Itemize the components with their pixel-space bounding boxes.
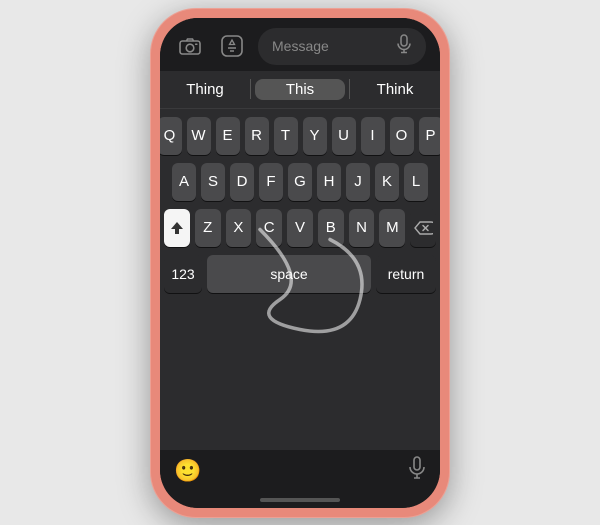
key-n[interactable]: N: [349, 209, 375, 247]
message-input[interactable]: Message: [258, 28, 426, 65]
key-p[interactable]: P: [419, 117, 441, 155]
key-t[interactable]: T: [274, 117, 298, 155]
space-key[interactable]: space: [207, 255, 371, 293]
return-key[interactable]: return: [376, 255, 436, 293]
home-indicator: [160, 494, 440, 508]
key-r[interactable]: R: [245, 117, 269, 155]
numbers-key[interactable]: 123: [164, 255, 202, 293]
predictive-bar: Thing This Think: [160, 71, 440, 109]
pred-thing[interactable]: Thing: [160, 79, 250, 100]
key-z[interactable]: Z: [195, 209, 221, 247]
shift-key[interactable]: [164, 209, 190, 247]
key-d[interactable]: D: [230, 163, 254, 201]
key-c[interactable]: C: [256, 209, 282, 247]
key-l[interactable]: L: [404, 163, 428, 201]
key-i[interactable]: I: [361, 117, 385, 155]
key-q[interactable]: Q: [160, 117, 182, 155]
key-g[interactable]: G: [288, 163, 312, 201]
pred-divider-left: [250, 79, 251, 99]
key-j[interactable]: J: [346, 163, 370, 201]
emoji-icon[interactable]: 🙂: [174, 458, 201, 484]
mic-icon-bottom[interactable]: [408, 456, 426, 486]
key-row-3: Z X C V B N M: [164, 209, 436, 247]
key-s[interactable]: S: [201, 163, 225, 201]
mic-icon-input[interactable]: [396, 34, 412, 59]
key-x[interactable]: X: [226, 209, 252, 247]
appstore-icon[interactable]: [216, 30, 248, 62]
key-k[interactable]: K: [375, 163, 399, 201]
key-b[interactable]: B: [318, 209, 344, 247]
camera-icon[interactable]: [174, 30, 206, 62]
pred-this[interactable]: This: [255, 79, 345, 100]
home-bar: [260, 498, 340, 502]
key-h[interactable]: H: [317, 163, 341, 201]
key-row-4: 123 space return: [164, 255, 436, 293]
message-placeholder: Message: [272, 38, 396, 54]
key-m[interactable]: M: [379, 209, 405, 247]
key-w[interactable]: W: [187, 117, 211, 155]
keyboard: Q W E R T Y U I O P A S D F G H J K: [160, 109, 440, 450]
pred-think[interactable]: Think: [350, 79, 440, 100]
top-bar: Message: [160, 18, 440, 71]
key-e[interactable]: E: [216, 117, 240, 155]
key-row-2: A S D F G H J K L: [164, 163, 436, 201]
key-row-1: Q W E R T Y U I O P: [164, 117, 436, 155]
key-v[interactable]: V: [287, 209, 313, 247]
phone-frame: Message Thing This Think: [150, 8, 450, 518]
delete-key[interactable]: [410, 209, 436, 247]
key-u[interactable]: U: [332, 117, 356, 155]
bottom-bar: 🙂: [160, 450, 440, 494]
key-o[interactable]: O: [390, 117, 414, 155]
key-a[interactable]: A: [172, 163, 196, 201]
phone-screen: Message Thing This Think: [160, 18, 440, 508]
key-y[interactable]: Y: [303, 117, 327, 155]
key-f[interactable]: F: [259, 163, 283, 201]
